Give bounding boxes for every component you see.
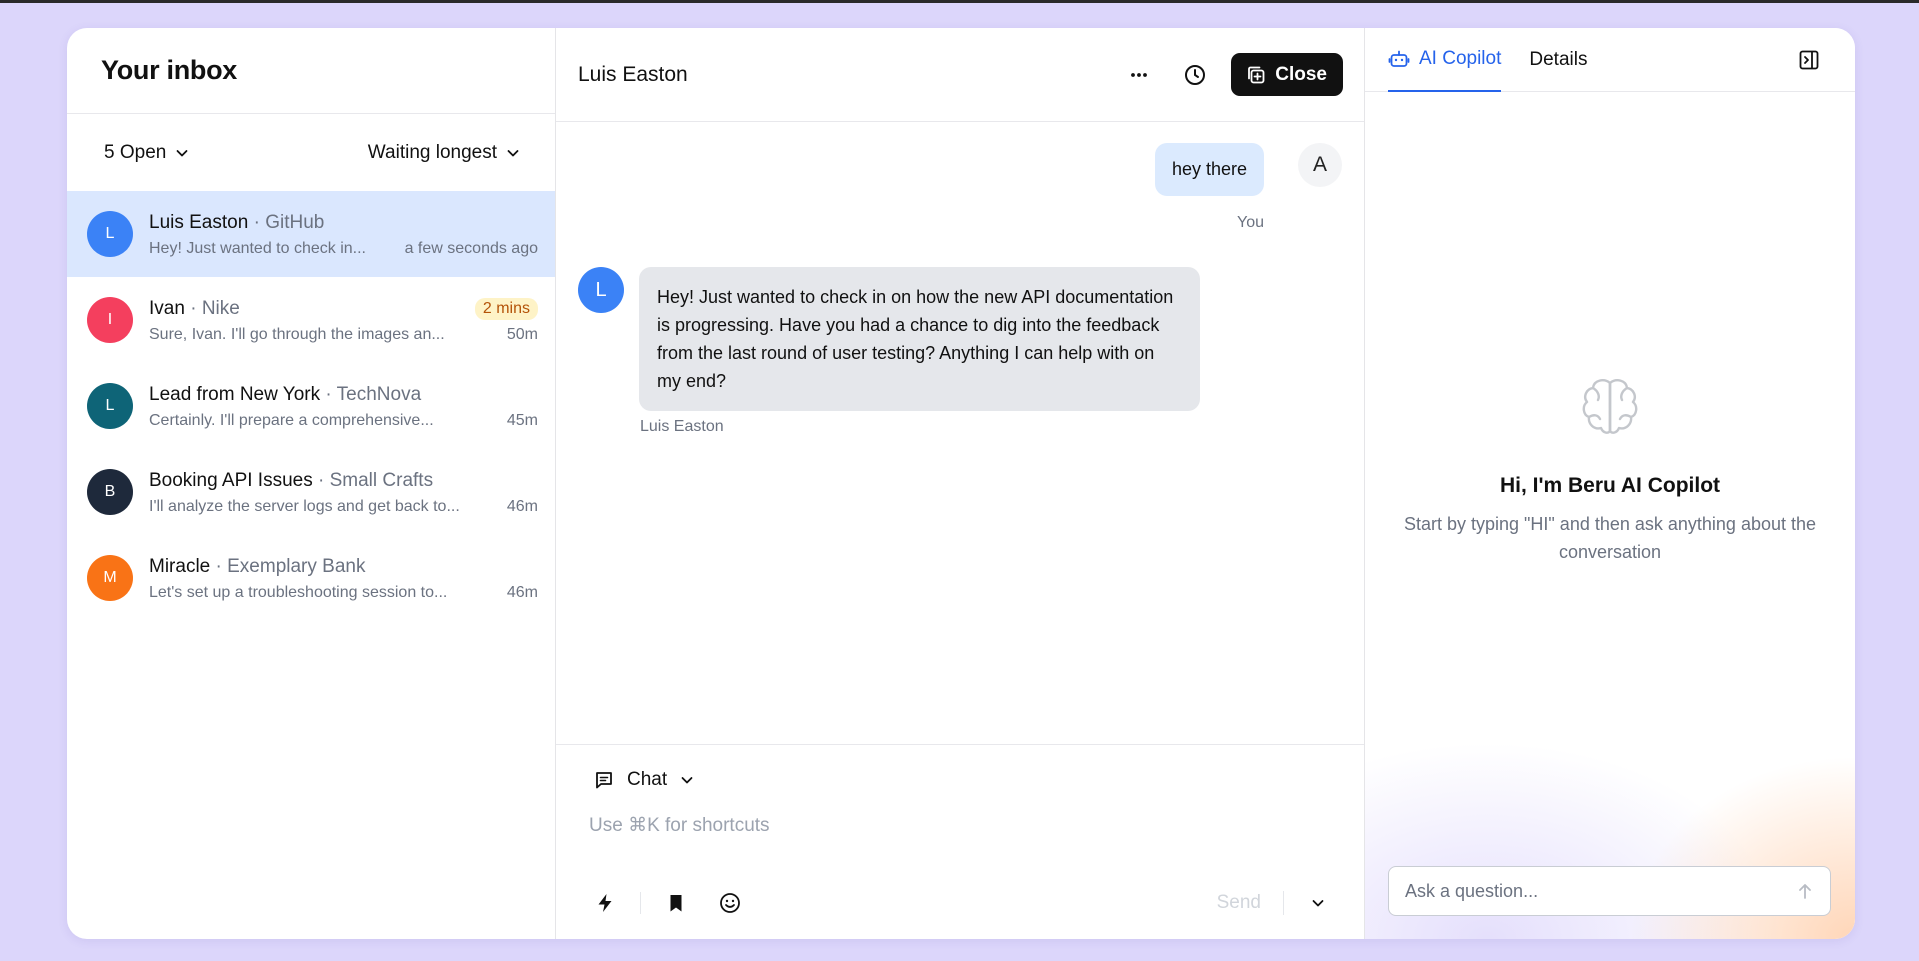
send-controls: Send	[1217, 887, 1334, 919]
contact-name: Lead from New York	[149, 384, 321, 405]
conversation-item[interactable]: L Luis Easton · GitHub Hey! Just wanted …	[67, 191, 555, 277]
copilot-title: Hi, I'm Beru AI Copilot	[1499, 474, 1721, 497]
close-conversation-button[interactable]: Close	[1231, 53, 1343, 96]
message-thread: hey there You A L Hey! Just wanted to ch…	[556, 122, 1364, 744]
chevron-down-icon	[681, 777, 693, 784]
tab-details[interactable]: Details	[1529, 28, 1587, 92]
robot-icon	[1388, 50, 1410, 67]
chat-title: Luis Easton	[578, 62, 688, 86]
ask-question-input[interactable]	[1405, 880, 1794, 902]
message-preview: Certainly. I'll prepare a comprehensive.…	[149, 412, 434, 429]
chevron-down-icon	[507, 149, 519, 156]
contact-name: Luis Easton	[149, 212, 249, 233]
copilot-panel: AI Copilot Details Hi, I'm Beru AI Copil…	[1365, 28, 1855, 939]
tab-ai-copilot-label: AI Copilot	[1419, 47, 1502, 69]
company-name: GitHub	[265, 212, 325, 233]
contact-name: Ivan	[149, 298, 185, 319]
tab-details-label: Details	[1529, 48, 1588, 70]
more-options-button[interactable]	[1123, 59, 1155, 91]
composer-mode-dropdown[interactable]: Chat	[593, 769, 695, 791]
customer-avatar: L	[578, 267, 624, 313]
outgoing-message: hey there	[1154, 143, 1264, 196]
message-preview: Let's set up a troubleshooting session t…	[149, 584, 448, 601]
avatar: M	[87, 555, 133, 601]
company-name: Exemplary Bank	[227, 556, 366, 577]
emoji-button[interactable]	[714, 887, 746, 919]
conversation-title: Lead from New York · TechNova	[149, 384, 422, 405]
conversation-title: Booking API Issues · Small Crafts	[149, 470, 434, 491]
arrow-up-icon[interactable]	[1794, 880, 1816, 902]
conversation-time: 45m	[506, 412, 538, 429]
panel-collapse-icon[interactable]	[1797, 48, 1821, 72]
avatar: L	[87, 383, 133, 429]
conversation-title: Miracle · Exemplary Bank	[149, 556, 366, 577]
conversation-item[interactable]: M Miracle · Exemplary Bank Let's set up …	[67, 535, 555, 621]
company-name: TechNova	[336, 384, 422, 405]
more-icon	[1131, 72, 1148, 77]
agent-avatar: A	[1298, 143, 1342, 187]
sort-label: Waiting longest	[367, 141, 497, 163]
conversation-item[interactable]: L Lead from New York · TechNova Certainl…	[67, 363, 555, 449]
clock-icon	[1185, 64, 1206, 85]
close-label: Close	[1275, 63, 1327, 85]
message-composer: Chat Send	[556, 744, 1364, 939]
close-copy-icon	[1248, 66, 1265, 83]
conversation-time: 46m	[506, 584, 538, 601]
bookmark-icon	[670, 895, 682, 912]
composer-mode-label: Chat	[627, 769, 668, 790]
copilot-tabs: AI Copilot Details	[1365, 28, 1855, 92]
chat-panel: Luis Easton Close hey there You A L Hey!…	[556, 28, 1365, 939]
contact-name: Miracle	[149, 556, 211, 577]
inbox-filters: 5 Open Waiting longest	[67, 114, 555, 191]
avatar: L	[87, 211, 133, 257]
conversation-time: 46m	[506, 498, 538, 515]
conversation-item[interactable]: B Booking API Issues · Small Crafts I'll…	[67, 449, 555, 535]
inbox-header: Your inbox	[67, 28, 555, 114]
toolbar-divider	[640, 892, 641, 914]
contact-name: Booking API Issues	[149, 470, 313, 491]
wait-time-badge: 2 mins	[474, 298, 538, 320]
send-button[interactable]: Send	[1217, 892, 1261, 914]
message-preview: Sure, Ivan. I'll go through the images a…	[149, 326, 445, 343]
chat-icon	[596, 772, 612, 789]
conversation-time: 50m	[506, 326, 538, 343]
avatar: B	[87, 469, 133, 515]
ask-question-box	[1388, 866, 1831, 916]
chevron-down-icon	[176, 149, 188, 156]
snooze-button[interactable]	[1179, 59, 1211, 91]
chevron-down-icon	[1312, 900, 1324, 907]
saved-replies-button[interactable]	[660, 887, 692, 919]
outgoing-sender-label: You	[1237, 214, 1264, 231]
inbox-title: Your inbox	[101, 55, 237, 85]
chat-header: Luis Easton Close	[556, 28, 1364, 122]
conversation-item[interactable]: I Ivan · Nike 2 mins Sure, Ivan. I'll go…	[67, 277, 555, 363]
company-name: Small Crafts	[329, 470, 434, 491]
brain-icon	[1582, 379, 1638, 434]
app-window: Your inbox 5 Open Waiting longest L Luis…	[67, 28, 1855, 939]
incoming-sender-label: Luis Easton	[640, 418, 724, 435]
conversation-title: Luis Easton · GitHub	[149, 212, 325, 233]
composer-toolbar	[589, 887, 746, 919]
copilot-subtitle: Start by typing "HI" and then ask anythi…	[1403, 514, 1817, 562]
send-options-dropdown[interactable]	[1302, 887, 1334, 919]
message-input[interactable]	[589, 815, 1329, 837]
tab-ai-copilot[interactable]: AI Copilot	[1388, 28, 1502, 92]
bolt-icon	[598, 894, 612, 912]
quick-actions-button[interactable]	[589, 887, 621, 919]
conversation-time: a few seconds ago	[404, 240, 538, 257]
sort-dropdown[interactable]: Waiting longest	[368, 142, 521, 164]
message-preview: I'll analyze the server logs and get bac…	[149, 498, 460, 515]
emoji-icon	[720, 893, 740, 913]
status-filter-dropdown[interactable]: 5 Open	[104, 142, 190, 164]
inbox-panel: Your inbox 5 Open Waiting longest L Luis…	[67, 28, 556, 939]
avatar: I	[87, 297, 133, 343]
status-filter-label: 5 Open	[104, 141, 167, 163]
conversation-title: Ivan · Nike	[149, 298, 240, 319]
company-name: Nike	[201, 298, 240, 319]
incoming-message: Hey! Just wanted to check in on how the …	[639, 267, 1200, 411]
send-divider	[1283, 891, 1284, 915]
message-preview: Hey! Just wanted to check in...	[149, 240, 366, 257]
